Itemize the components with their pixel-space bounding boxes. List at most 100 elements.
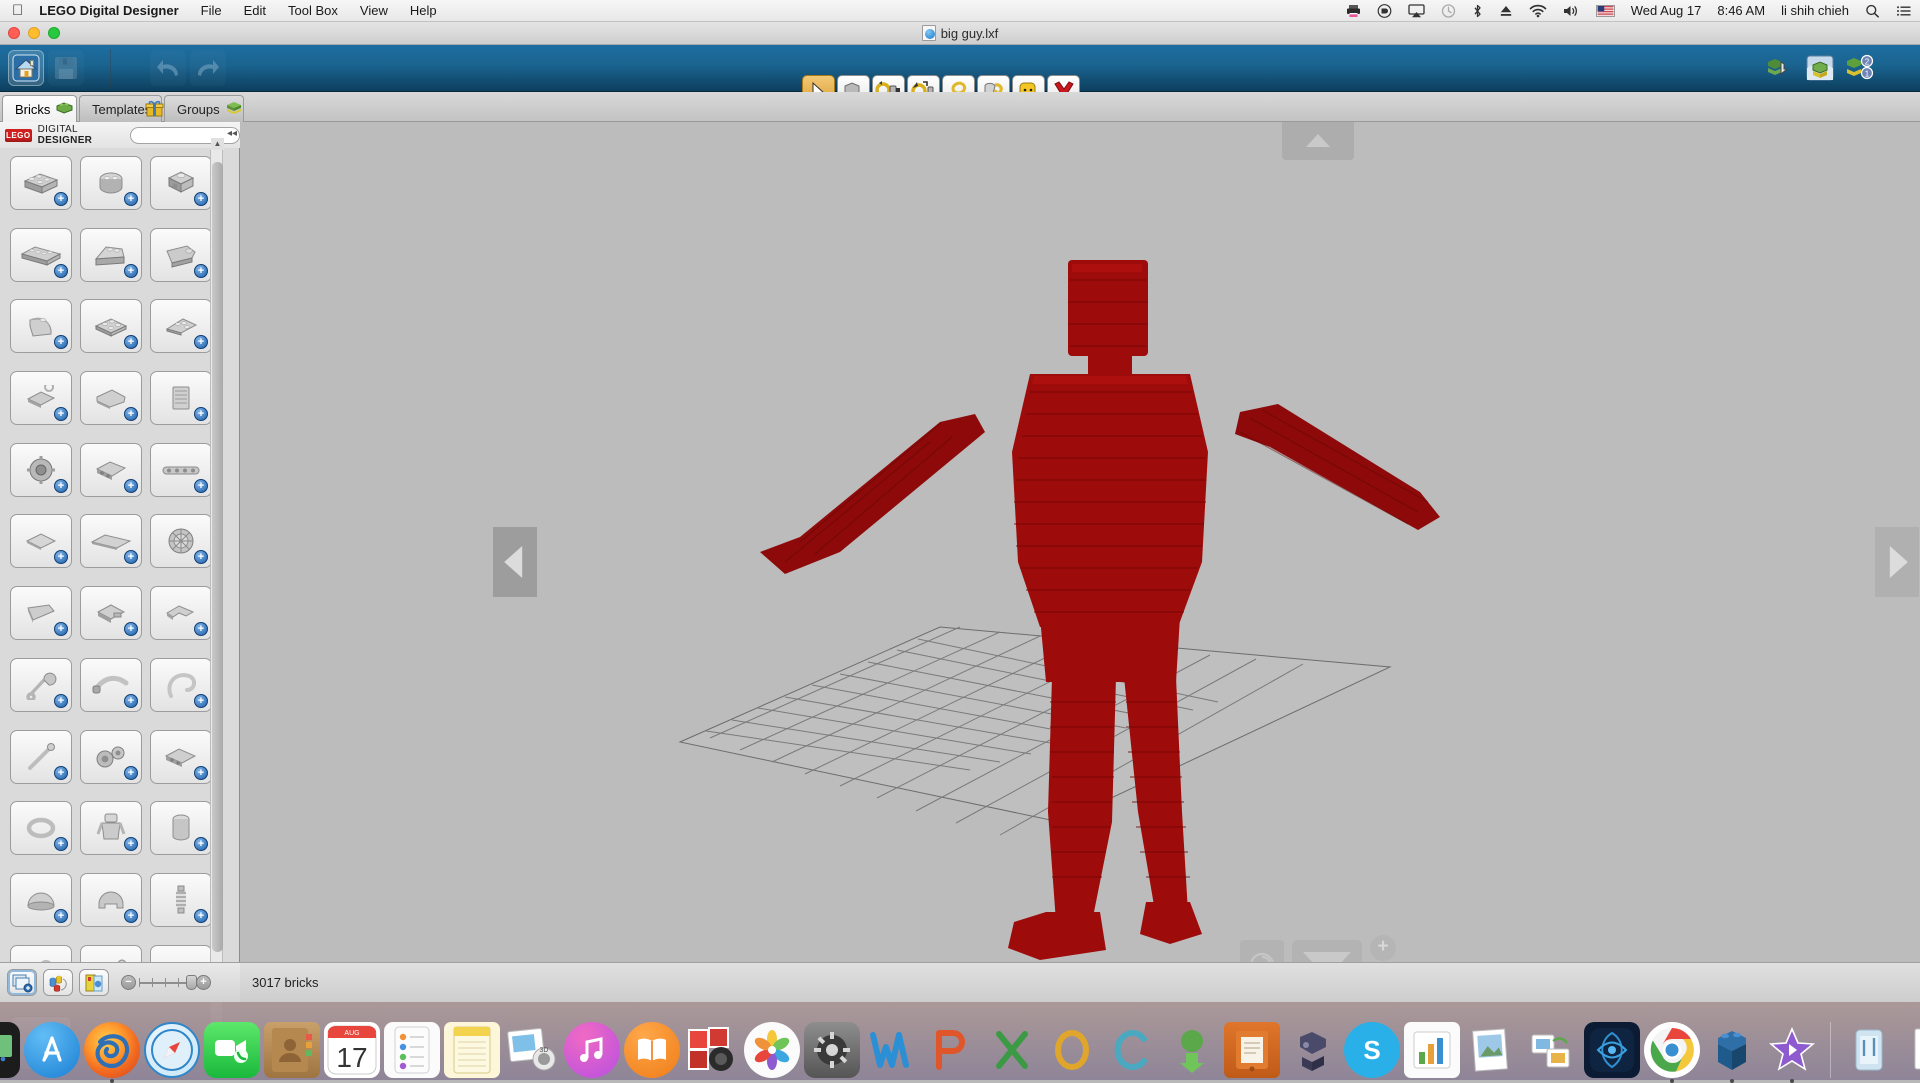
barrel-icon[interactable]: + (150, 801, 212, 855)
zoom-track[interactable] (139, 982, 193, 984)
dropbox-icon[interactable] (1369, 0, 1400, 22)
us-flag-icon[interactable] (1588, 0, 1623, 22)
minifig-torso-icon[interactable]: + (80, 801, 142, 855)
antenna-icon[interactable]: + (10, 730, 72, 784)
add-brick-badge[interactable]: + (194, 622, 208, 636)
brick-round-2x2-icon[interactable]: + (80, 156, 142, 210)
add-brick-badge[interactable]: + (54, 407, 68, 421)
add-brick-badge[interactable]: + (124, 837, 138, 851)
add-brick-badge[interactable]: + (124, 766, 138, 780)
add-brick-badge[interactable]: + (54, 192, 68, 206)
dock-item-filezilla[interactable] (1164, 1022, 1220, 1078)
save-button[interactable] (48, 50, 84, 86)
brick-curved-icon[interactable]: + (10, 299, 72, 353)
add-brick-badge[interactable]: + (54, 335, 68, 349)
technic-beam-icon[interactable]: + (150, 443, 212, 497)
dock-item-firefox[interactable] (84, 1022, 140, 1078)
brick-palette-button[interactable] (7, 969, 37, 996)
dock-item-transfer-app[interactable] (1524, 1022, 1580, 1078)
add-brick-badge[interactable]: + (124, 550, 138, 564)
dock-item-microsoft-onenote[interactable] (1104, 1022, 1160, 1078)
search-icon[interactable] (1857, 0, 1888, 22)
dock-item-mission-control[interactable] (0, 1022, 20, 1078)
menu-file[interactable]: File (190, 0, 233, 22)
dock-item-photos-old[interactable] (684, 1022, 740, 1078)
dock-item-microsoft-powerpoint[interactable] (924, 1022, 980, 1078)
hide-bricks-button[interactable] (1762, 50, 1798, 86)
dock-item-app-store[interactable] (24, 1022, 80, 1078)
add-brick-badge[interactable]: + (54, 909, 68, 923)
add-brick-badge[interactable]: + (194, 837, 208, 851)
close-window-button[interactable] (8, 27, 20, 39)
next-view-arrow-icon[interactable] (1875, 527, 1919, 597)
redo-button[interactable] (190, 50, 226, 86)
brick-2x4-icon[interactable]: + (10, 156, 72, 210)
dock-item-photo-booth[interactable]: 3D (504, 1022, 560, 1078)
building-guide-button[interactable]: 21 (1842, 50, 1878, 86)
dock-item-evernote[interactable] (1224, 1022, 1280, 1078)
dock-item-photos[interactable] (744, 1022, 800, 1078)
decoration-palette-button[interactable] (79, 969, 109, 996)
tile-1x2-icon[interactable]: + (10, 514, 72, 568)
add-brick-badge[interactable]: + (124, 192, 138, 206)
add-brick-badge[interactable]: + (54, 550, 68, 564)
dock-item-notes[interactable] (444, 1022, 500, 1078)
view-mode-button[interactable] (1802, 50, 1838, 86)
dome-icon[interactable]: + (10, 873, 72, 927)
dock-item-reminders[interactable] (384, 1022, 440, 1078)
menu-view[interactable]: View (349, 0, 399, 22)
tab-templates[interactable]: Templates (79, 95, 162, 122)
menu-edit[interactable]: Edit (233, 0, 277, 22)
zoom-window-button[interactable] (48, 27, 60, 39)
dock-item-calendar[interactable]: AUG17 (324, 1022, 380, 1078)
printer-icon[interactable] (1338, 0, 1369, 22)
wifi-icon[interactable] (1521, 0, 1555, 22)
dock-item-lego-digital-designer[interactable] (1284, 1022, 1340, 1078)
home-button[interactable] (8, 50, 44, 86)
minimize-window-button[interactable] (28, 27, 40, 39)
add-brick-badge[interactable]: + (124, 407, 138, 421)
plate-corner-icon[interactable]: + (150, 586, 212, 640)
previous-view-arrow-icon[interactable] (493, 527, 537, 597)
dock-item-documents-stack[interactable] (1901, 1022, 1920, 1078)
dock-item-imovie[interactable] (1764, 1022, 1820, 1078)
eject-icon[interactable] (1491, 0, 1521, 22)
brick-1x6-icon[interactable]: + (10, 228, 72, 282)
dock-item-microsoft-excel[interactable] (984, 1022, 1040, 1078)
technic-gear-icon[interactable]: + (10, 443, 72, 497)
helmet-icon[interactable]: + (80, 873, 142, 927)
wrench-tool-icon[interactable]: + (10, 658, 72, 712)
dock-item-google-chrome[interactable] (1644, 1022, 1700, 1078)
dock-item-downloads-stack[interactable] (1841, 1022, 1897, 1078)
brick-headlight-icon[interactable]: + (150, 156, 212, 210)
dock-item-microsoft-word[interactable] (864, 1022, 920, 1078)
menubar-time[interactable]: 8:46 AM (1709, 0, 1773, 22)
collapse-top-arrow-icon[interactable] (1282, 122, 1354, 160)
add-brick-badge[interactable]: + (54, 694, 68, 708)
technic-axle-brick-icon[interactable]: + (150, 730, 212, 784)
add-brick-badge[interactable]: + (194, 407, 208, 421)
add-brick-badge[interactable]: + (194, 335, 208, 349)
tile-long-icon[interactable]: + (80, 514, 142, 568)
volume-icon[interactable] (1555, 0, 1588, 22)
turntable-icon[interactable]: + (150, 514, 212, 568)
add-brick-badge[interactable]: + (194, 264, 208, 278)
plate-angled-icon[interactable]: + (80, 371, 142, 425)
tab-groups[interactable]: Groups (164, 95, 244, 122)
menu-help[interactable]: Help (399, 0, 448, 22)
dock-item-skype[interactable]: S (1344, 1022, 1400, 1078)
menubar-date[interactable]: Wed Aug 17 (1623, 0, 1710, 22)
add-brick-badge[interactable]: + (54, 622, 68, 636)
slope-2x2-icon[interactable]: + (80, 228, 142, 282)
brick-modified-icon[interactable]: + (80, 586, 142, 640)
dock-item-contacts[interactable] (264, 1022, 320, 1078)
zoom-in-button[interactable]: + (1370, 935, 1396, 961)
hose-connector-icon[interactable]: + (80, 658, 142, 712)
dock-item-lego-brick-app[interactable] (1704, 1022, 1760, 1078)
wedge-slope-icon[interactable]: + (150, 228, 212, 282)
undo-button[interactable] (150, 50, 186, 86)
add-brick-badge[interactable]: + (194, 192, 208, 206)
palette-scroll-thumb[interactable] (212, 162, 223, 952)
zoom-out-icon[interactable]: − (121, 975, 136, 990)
dock-item-safari[interactable] (144, 1022, 200, 1078)
